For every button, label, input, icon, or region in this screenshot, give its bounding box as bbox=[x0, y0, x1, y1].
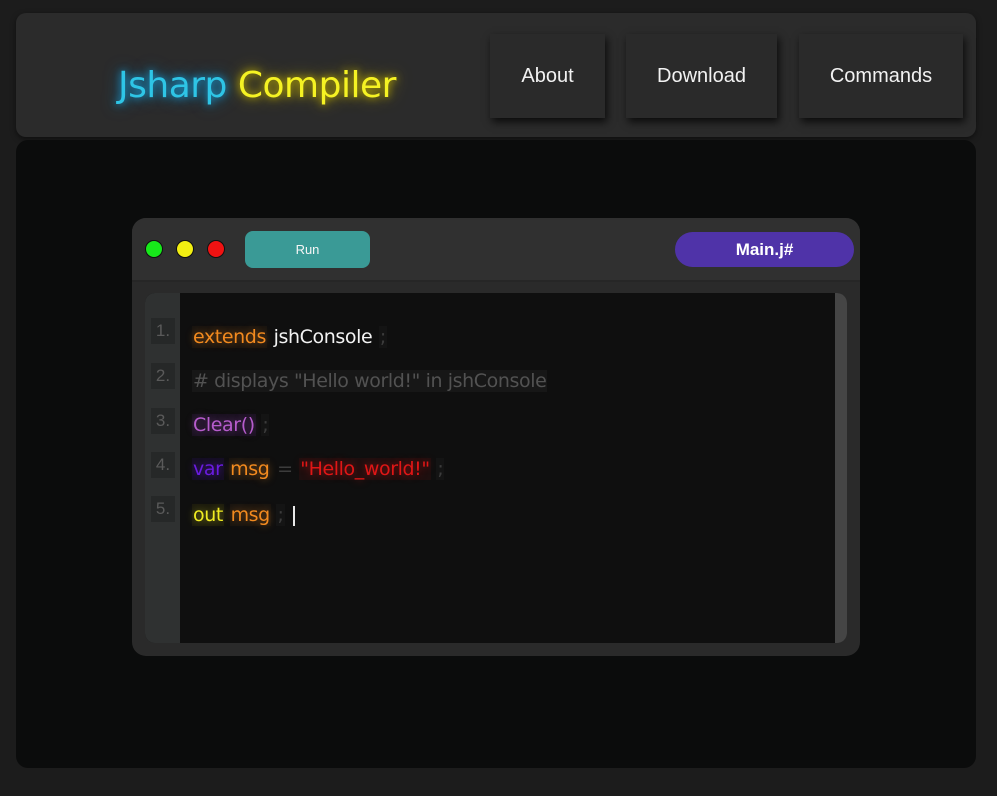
code-comment: # displays "Hello world!" in jshConsole bbox=[192, 370, 548, 392]
code-token: ; bbox=[261, 414, 270, 436]
code-token: ; bbox=[436, 458, 445, 480]
site-header: Jsharp Compiler About Download Commands bbox=[16, 13, 976, 137]
code-line-4[interactable]: var msg = "Hello_world!" ; bbox=[192, 458, 445, 480]
code-token: var bbox=[192, 458, 224, 480]
code-token: "Hello_world!" bbox=[299, 458, 431, 480]
line-number: 3. bbox=[151, 408, 175, 434]
nav-commands-button[interactable]: Commands bbox=[799, 34, 963, 118]
logo-jsharp-text: Jsharp bbox=[118, 65, 227, 106]
code-token: extends bbox=[192, 326, 267, 348]
code-line-1[interactable]: extends jshConsole ; bbox=[192, 326, 387, 348]
text-cursor bbox=[292, 505, 295, 526]
code-line-5[interactable]: out msg ; bbox=[192, 504, 295, 526]
window-yellow-dot[interactable] bbox=[176, 240, 194, 258]
run-button[interactable]: Run bbox=[245, 231, 370, 268]
code-token: jshConsole bbox=[273, 326, 373, 348]
vertical-scrollbar[interactable] bbox=[835, 293, 847, 643]
code-token: ; bbox=[378, 326, 387, 348]
line-number-gutter: 1. 2. 3. 4. 5. bbox=[145, 293, 180, 643]
nav-download-button[interactable]: Download bbox=[626, 34, 777, 118]
file-tab-main[interactable]: Main.j# bbox=[675, 232, 854, 267]
code-token: out bbox=[192, 504, 224, 526]
code-token: msg bbox=[229, 504, 271, 526]
nav-about-button[interactable]: About bbox=[490, 34, 605, 118]
line-number: 4. bbox=[151, 452, 175, 478]
code-token: = bbox=[277, 458, 293, 480]
code-line-3[interactable]: Clear() ; bbox=[192, 414, 270, 436]
editor-titlebar: Run Main.j# bbox=[132, 218, 860, 282]
window-red-dot[interactable] bbox=[207, 240, 225, 258]
logo-compiler-text: Compiler bbox=[237, 65, 397, 106]
site-logo[interactable]: Jsharp Compiler bbox=[118, 65, 396, 106]
code-area[interactable]: 1. 2. 3. 4. 5. extends jshConsole ; # di… bbox=[145, 293, 847, 643]
line-number: 1. bbox=[151, 318, 175, 344]
line-number: 2. bbox=[151, 363, 175, 389]
code-line-2[interactable]: # displays "Hello world!" in jshConsole bbox=[192, 370, 548, 392]
code-token: Clear() bbox=[192, 414, 256, 436]
code-token: ; bbox=[276, 504, 285, 526]
code-editor-window: Run Main.j# 1. 2. 3. 4. 5. extends jshCo… bbox=[132, 218, 860, 656]
line-number: 5. bbox=[151, 496, 175, 522]
window-green-dot[interactable] bbox=[145, 240, 163, 258]
code-token: msg bbox=[229, 458, 271, 480]
